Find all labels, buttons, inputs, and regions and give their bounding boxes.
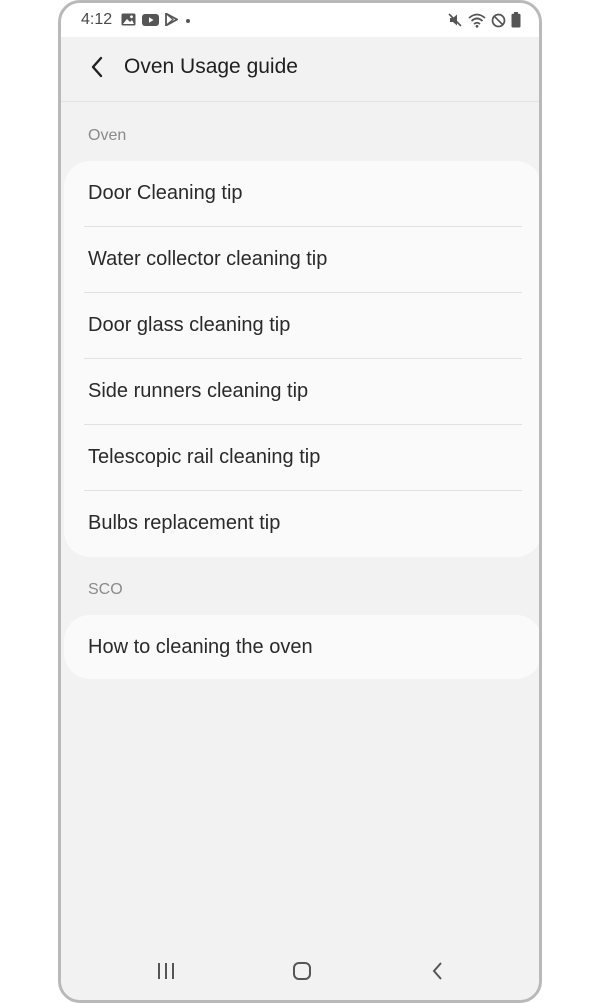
oven-tips-card: Door Cleaning tip Water collector cleani…: [64, 161, 539, 557]
list-item-telescopic-rail-cleaning[interactable]: Telescopic rail cleaning tip: [64, 425, 539, 491]
recents-button[interactable]: [151, 960, 181, 986]
status-bar: 4:12: [61, 3, 539, 37]
list-item-label: Bulbs replacement tip: [88, 512, 281, 534]
battery-icon: [511, 12, 521, 28]
list-item-side-runners-cleaning[interactable]: Side runners cleaning tip: [64, 359, 539, 425]
status-right-icons: [447, 12, 521, 28]
nav-back-button[interactable]: [423, 960, 453, 986]
recents-icon: [156, 962, 176, 985]
list-item-label: Door glass cleaning tip: [88, 314, 291, 336]
mute-icon: [447, 12, 463, 28]
navigation-bar: [61, 944, 539, 1000]
home-button[interactable]: [287, 960, 317, 986]
list-item-water-collector-cleaning[interactable]: Water collector cleaning tip: [64, 227, 539, 293]
youtube-icon: [142, 13, 159, 26]
list-item-label: Telescopic rail cleaning tip: [88, 446, 321, 468]
list-item-label: Door Cleaning tip: [88, 182, 243, 204]
section-label-sco: SCO: [88, 581, 123, 598]
play-store-icon: [165, 13, 178, 26]
list-item-label: Side runners cleaning tip: [88, 380, 309, 402]
list-item-door-glass-cleaning[interactable]: Door glass cleaning tip: [64, 293, 539, 359]
app-header: Oven Usage guide: [61, 37, 539, 102]
image-icon: [121, 13, 136, 26]
back-button[interactable]: [81, 53, 113, 85]
status-time: 4:12: [81, 11, 113, 28]
chevron-left-icon: [89, 55, 105, 84]
home-icon: [292, 961, 312, 986]
dot-icon: [184, 14, 192, 26]
sco-tips-card: How to cleaning the oven: [64, 615, 539, 679]
list-item-door-cleaning[interactable]: Door Cleaning tip: [64, 161, 539, 227]
wifi-icon: [468, 13, 486, 28]
do-not-disturb-icon: [491, 13, 506, 28]
phone-frame: 4:12 Oven Usage guide Oven Door Cleaning…: [58, 0, 542, 1003]
section-label-oven: Oven: [88, 127, 127, 144]
status-left-icons: [121, 13, 192, 26]
list-item-label: Water collector cleaning tip: [88, 248, 328, 270]
back-icon: [431, 961, 445, 986]
page-title: Oven Usage guide: [124, 55, 298, 78]
list-item-how-to-clean-oven[interactable]: How to cleaning the oven: [64, 615, 539, 679]
list-item-bulbs-replacement[interactable]: Bulbs replacement tip: [64, 491, 539, 557]
list-item-label: How to cleaning the oven: [88, 636, 313, 658]
